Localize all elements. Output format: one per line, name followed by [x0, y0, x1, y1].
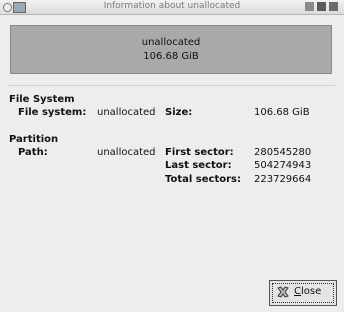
file-system-heading: File System: [9, 94, 75, 105]
path-value: unallocated: [97, 147, 156, 158]
last-sector-value: 504274943: [254, 160, 312, 171]
close-icon: [277, 286, 289, 298]
size-label: Size:: [165, 107, 193, 118]
close-button-label: Close: [294, 286, 322, 297]
partition-graphic-size: 106.68 GiB: [143, 51, 199, 62]
minimize-button[interactable]: [305, 2, 314, 11]
partition-graphic: unallocated 106.68 GiB: [10, 25, 332, 74]
size-value: 106.68 GiB: [254, 107, 310, 118]
partition-graphic-name: unallocated: [141, 37, 201, 48]
dialog-window: Information about unallocated unallocate…: [0, 0, 344, 312]
file-system-label: File system:: [18, 107, 87, 118]
total-sectors-label: Total sectors:: [165, 174, 241, 185]
total-sectors-value: 223729664: [254, 174, 312, 185]
title-bar[interactable]: Information about unallocated: [0, 0, 344, 15]
close-button[interactable]: Close: [269, 280, 337, 306]
window-title: Information about unallocated: [103, 1, 241, 11]
path-label: Path:: [18, 147, 48, 158]
first-sector-value: 280545280: [254, 147, 312, 158]
first-sector-label: First sector:: [165, 147, 234, 158]
close-window-button[interactable]: [329, 2, 338, 11]
partition-heading: Partition: [9, 134, 59, 145]
last-sector-label: Last sector:: [165, 160, 232, 171]
file-system-value: unallocated: [97, 107, 156, 118]
separator: [8, 85, 335, 86]
maximize-button[interactable]: [317, 2, 326, 11]
